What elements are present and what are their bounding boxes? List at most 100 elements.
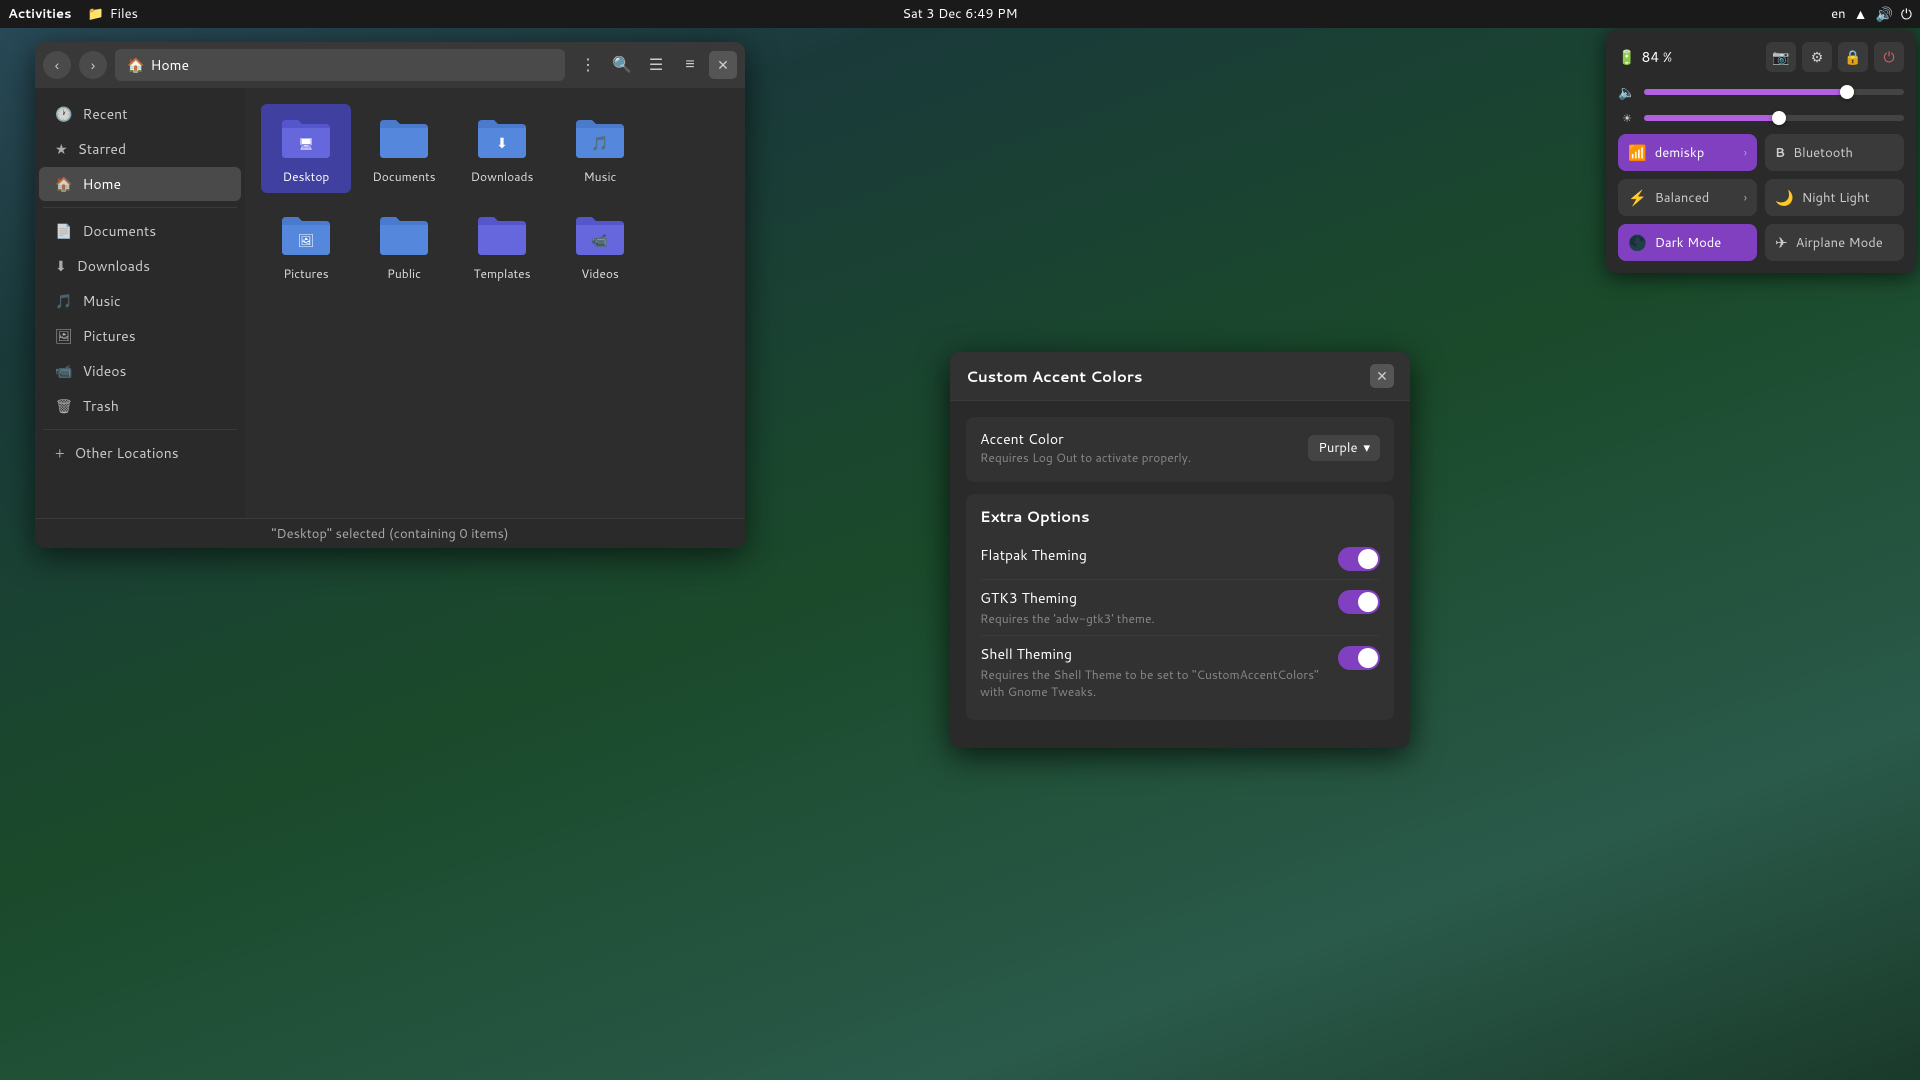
sidebar-item-documents[interactable]: 📄 Documents xyxy=(39,214,241,248)
back-button[interactable]: ‹ xyxy=(43,51,71,79)
folder-templates-label: Templates xyxy=(473,265,530,282)
sidebar-item-trash[interactable]: 🗑 Trash xyxy=(39,389,241,423)
bluetooth-tile[interactable]: B Bluetooth xyxy=(1765,134,1904,171)
power-button[interactable]: ⏻ xyxy=(1874,42,1904,72)
app-indicator: 📁 Files xyxy=(88,5,138,23)
accent-color-select[interactable]: Purple ▾ xyxy=(1308,435,1380,461)
power-mode-icon: ⚡ xyxy=(1628,187,1647,208)
power-mode-arrow: › xyxy=(1744,189,1747,206)
shell-theming-sublabel: Requires the Shell Theme to be set to "C… xyxy=(980,666,1338,700)
folder-videos-label: Videos xyxy=(581,265,619,282)
sidebar-item-pictures[interactable]: 🖼 Pictures xyxy=(39,319,241,353)
power-mode-label: Balanced xyxy=(1655,189,1710,207)
flatpak-theming-toggle[interactable] xyxy=(1338,547,1380,571)
menu-button[interactable]: ⋮ xyxy=(573,50,603,80)
path-bar[interactable]: 🏠 Home xyxy=(115,49,565,81)
status-text: "Desktop" selected (containing 0 items) xyxy=(271,525,508,543)
extra-options-title: Extra Options xyxy=(980,506,1380,527)
sidebar-item-recent[interactable]: 🕐 Recent xyxy=(39,97,241,131)
volume-slider-thumb xyxy=(1840,85,1854,99)
view-toggle-button[interactable]: ☰ xyxy=(641,50,671,80)
ad-close-button[interactable]: ✕ xyxy=(1370,364,1394,388)
gtk3-theming-toggle[interactable] xyxy=(1338,590,1380,614)
sidebar-item-other-locations[interactable]: + Other Locations xyxy=(39,436,241,470)
shell-theming-toggle[interactable] xyxy=(1338,646,1380,670)
brightness-slider-row: ☀ xyxy=(1618,110,1904,126)
airplane-mode-label: Airplane Mode xyxy=(1796,234,1883,252)
gtk3-theming-sublabel: Requires the 'adw-gtk3' theme. xyxy=(980,610,1155,627)
night-light-label: Night Light xyxy=(1802,189,1870,207)
svg-text:📹: 📹 xyxy=(592,232,608,250)
folder-desktop-icon: 🖥 xyxy=(276,112,336,164)
folder-downloads[interactable]: ⬇ Downloads xyxy=(457,104,547,193)
svg-text:⬇: ⬇ xyxy=(496,133,508,153)
starred-icon: ★ xyxy=(55,139,68,159)
accent-color-value: Purple xyxy=(1318,439,1357,457)
search-button[interactable]: 🔍 xyxy=(607,50,637,80)
power-mode-tile[interactable]: ⚡ Balanced › xyxy=(1618,179,1757,216)
datetime: Sat 3 Dec 6:49 PM xyxy=(902,5,1017,23)
bluetooth-tile-icon: B xyxy=(1775,144,1785,162)
volume-slider-fill xyxy=(1644,89,1847,95)
brightness-slider[interactable] xyxy=(1644,115,1904,121)
videos-icon: 📹 xyxy=(55,361,72,381)
sidebar-label-other-locations: Other Locations xyxy=(75,443,179,463)
accent-color-section: Accent Color Requires Log Out to activat… xyxy=(966,417,1394,482)
fm-statusbar: "Desktop" selected (containing 0 items) xyxy=(35,518,745,548)
folder-templates[interactable]: Templates xyxy=(457,201,547,290)
svg-text:🖥: 🖥 xyxy=(298,135,313,152)
sidebar-item-music[interactable]: 🎵 Music xyxy=(39,284,241,318)
volume-icon[interactable]: 🔊 xyxy=(1875,4,1892,24)
wifi-tile-icon: 📶 xyxy=(1628,142,1647,163)
brightness-slider-thumb xyxy=(1772,111,1786,125)
settings-button[interactable]: ⚙ xyxy=(1802,42,1832,72)
folder-music[interactable]: 🎵 Music xyxy=(555,104,645,193)
sidebar-item-home[interactable]: 🏠 Home xyxy=(39,167,241,201)
accent-color-sublabel: Requires Log Out to activate properly. xyxy=(980,449,1191,466)
power-menu-icon[interactable]: ⏻ xyxy=(1901,4,1912,24)
sidebar-item-starred[interactable]: ★ Starred xyxy=(39,132,241,166)
folder-downloads-icon: ⬇ xyxy=(472,112,532,164)
folder-public[interactable]: Public xyxy=(359,201,449,290)
volume-slider[interactable] xyxy=(1644,89,1904,95)
wifi-tile[interactable]: 📶 demiskp › xyxy=(1618,134,1757,171)
folder-videos[interactable]: 📹 Videos xyxy=(555,201,645,290)
volume-slider-row: 🔈 xyxy=(1618,82,1904,102)
activities-button[interactable]: Activities xyxy=(8,5,72,23)
airplane-mode-tile[interactable]: ✈ Airplane Mode xyxy=(1765,224,1904,261)
forward-button[interactable]: › xyxy=(79,51,107,79)
gtk3-theming-row: GTK3 Theming Requires the 'adw-gtk3' the… xyxy=(980,580,1380,636)
screenshot-button[interactable]: 📷 xyxy=(1766,42,1796,72)
battery-pct: 84 % xyxy=(1641,47,1672,67)
sidebar-label-videos: Videos xyxy=(82,361,126,381)
sidebar-item-videos[interactable]: 📹 Videos xyxy=(39,354,241,388)
fm-body: 🕐 Recent ★ Starred 🏠 Home 📄 Documents ⬇ … xyxy=(35,88,745,518)
app-name: Files xyxy=(110,5,138,23)
pictures-icon: 🖼 xyxy=(55,326,73,346)
close-button[interactable]: ✕ xyxy=(709,51,737,79)
folder-pictures[interactable]: 🖼 Pictures xyxy=(261,201,351,290)
dark-mode-icon: 🌑 xyxy=(1628,232,1647,253)
quick-tiles-grid: 📶 demiskp › B Bluetooth ⚡ Balanced › 🌙 N… xyxy=(1618,134,1904,261)
folder-public-icon xyxy=(374,209,434,261)
folder-documents[interactable]: Documents xyxy=(359,104,449,193)
system-panel: 🔋 84 % 📷 ⚙ 🔒 ⏻ 🔈 ☀ 📶 demiskp › xyxy=(1606,30,1916,273)
accent-color-label: Accent Color xyxy=(980,429,1191,449)
toolbar-icons: ⋮ 🔍 ☰ ≡ ✕ xyxy=(573,50,737,80)
lock-button[interactable]: 🔒 xyxy=(1838,42,1868,72)
list-view-button[interactable]: ≡ xyxy=(675,50,705,80)
wifi-icon[interactable]: ▲ xyxy=(1854,4,1868,24)
sidebar-label-downloads: Downloads xyxy=(77,256,150,276)
music-icon: 🎵 xyxy=(55,291,72,311)
battery-icon: 🔋 xyxy=(1618,47,1635,67)
ad-body: Accent Color Requires Log Out to activat… xyxy=(950,401,1410,748)
sidebar-item-downloads[interactable]: ⬇ Downloads xyxy=(39,249,241,283)
dark-mode-tile[interactable]: 🌑 Dark Mode xyxy=(1618,224,1757,261)
folder-desktop[interactable]: 🖥 Desktop xyxy=(261,104,351,193)
sp-header: 🔋 84 % 📷 ⚙ 🔒 ⏻ xyxy=(1618,42,1904,72)
night-light-tile[interactable]: 🌙 Night Light xyxy=(1765,179,1904,216)
folder-documents-icon xyxy=(374,112,434,164)
folder-pictures-icon: 🖼 xyxy=(276,209,336,261)
lang-indicator[interactable]: en xyxy=(1831,5,1845,23)
fm-content: 🖥 Desktop Documents xyxy=(245,88,745,518)
